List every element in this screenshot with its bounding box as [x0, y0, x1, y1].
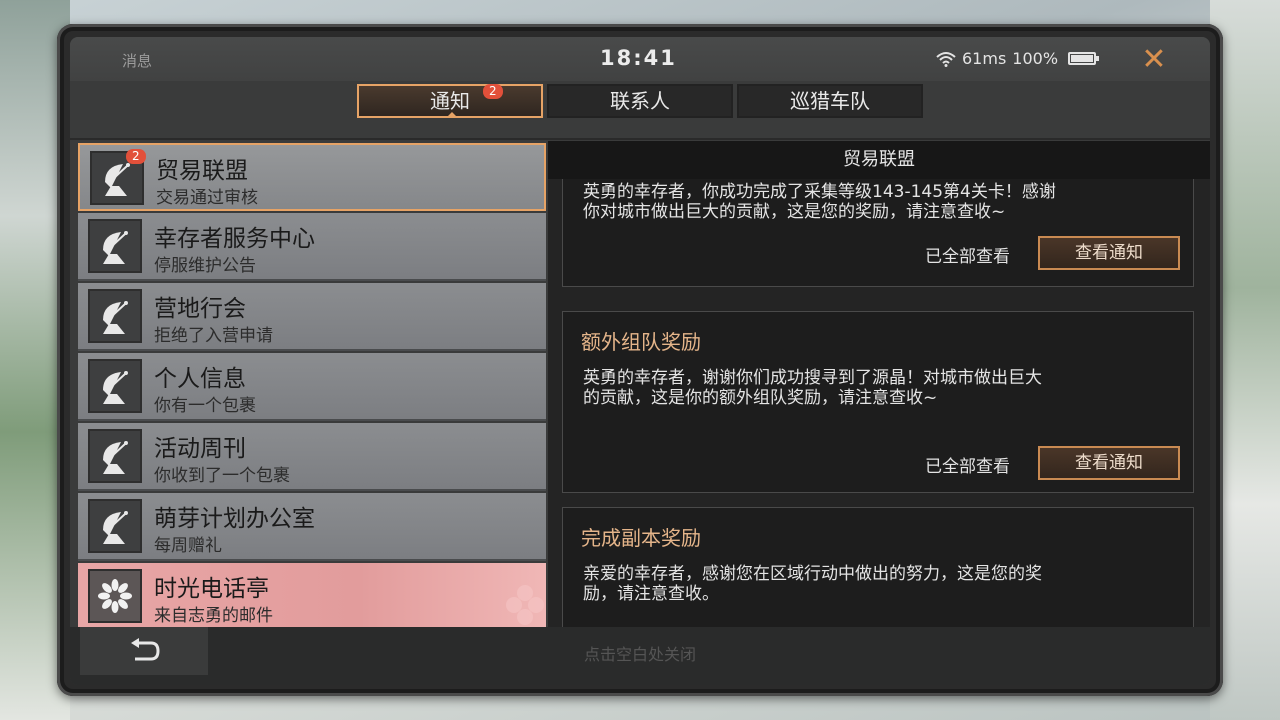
tab-contacts[interactable]: 联系人: [547, 84, 733, 118]
list-item-personal-info[interactable]: 个人信息 你有一个包裹: [78, 353, 546, 421]
list-item-subtitle: 拒绝了入营申请: [154, 326, 273, 346]
clock: 18:41: [600, 46, 677, 70]
avatar: [88, 429, 142, 483]
satellite-dish-icon: [97, 158, 137, 198]
tab-label: 巡猎车队: [790, 89, 870, 113]
list-item-sprout-office[interactable]: 萌芽计划办公室 每周赠礼: [78, 493, 546, 561]
bottom-bar: 点击空白处关闭: [70, 627, 1210, 685]
list-item-name: 营地行会: [154, 296, 246, 322]
avatar: [88, 219, 142, 273]
card-body-line: 励，请注意查收。: [583, 584, 719, 604]
read-all-label: 已全部查看: [925, 247, 1010, 267]
view-notification-button[interactable]: 查看通知: [1038, 236, 1180, 270]
tab-bar: 通知 2 联系人 巡猎车队: [357, 84, 923, 118]
list-item-subtitle: 每周赠礼: [154, 536, 222, 556]
battery-icon: [1068, 52, 1100, 65]
app-title: 消息: [122, 52, 153, 70]
card-body-line: 你对城市做出巨大的贡献，这是您的奖励，请注意查收~: [583, 202, 1006, 222]
list-item-name: 幸存者服务中心: [154, 226, 315, 252]
satellite-dish-icon: [95, 296, 135, 336]
card-body: 亲爱的幸存者，感谢您在区域行动中做出的努力，这是您的奖 励，请注意查收。: [583, 564, 1173, 604]
ping-value: 61ms: [962, 49, 1007, 68]
back-button[interactable]: [80, 627, 208, 675]
card-body-line: 英勇的幸存者，谢谢你们成功搜寻到了源晶！对城市做出巨大: [583, 368, 1042, 388]
list-item-camp-guild[interactable]: 营地行会 拒绝了入营申请: [78, 283, 546, 351]
card-title: 额外组队奖励: [581, 330, 701, 354]
flower-icon: [97, 578, 133, 614]
card-body-line: 英勇的幸存者，你成功完成了采集等级143-145第4关卡！感谢: [583, 182, 1056, 202]
satellite-dish-icon: [95, 436, 135, 476]
avatar: [88, 569, 142, 623]
tab-notifications[interactable]: 通知 2: [357, 84, 543, 118]
list-item-survivor-service-center[interactable]: 幸存者服务中心 停服维护公告: [78, 213, 546, 281]
battery-percent: 100%: [1012, 49, 1059, 68]
list-item-name: 个人信息: [154, 366, 246, 392]
list-item-trade-alliance[interactable]: 2 贸易联盟 交易通过审核: [78, 143, 546, 211]
card-body-line: 的贡献，这是你的额外组队奖励，请注意查收~: [583, 388, 938, 408]
close-icon: ✕: [1141, 42, 1167, 77]
list-item-subtitle: 你收到了一个包裹: [154, 466, 290, 486]
satellite-dish-icon: [95, 366, 135, 406]
wifi-icon: [936, 51, 956, 67]
avatar: [88, 359, 142, 413]
back-arrow-icon: [131, 638, 160, 661]
list-item-event-weekly[interactable]: 活动周刊 你收到了一个包裹: [78, 423, 546, 491]
card-body: 英勇的幸存者，谢谢你们成功搜寻到了源晶！对城市做出巨大 的贡献，这是你的额外组队…: [583, 368, 1173, 408]
list-item-name: 萌芽计划办公室: [154, 506, 315, 532]
phone-screen: 消息 18:41 61ms 100% ✕ 通知 2 联系人 巡猎车队 2 贸易联…: [70, 37, 1210, 685]
list-item-subtitle: 来自志勇的邮件: [154, 606, 273, 626]
status-bar: 消息 18:41 61ms 100% ✕: [70, 37, 1210, 81]
list-item-time-phone-booth[interactable]: 时光电话亭 来自志勇的邮件: [78, 563, 546, 627]
card-body-line: 亲爱的幸存者，感谢您在区域行动中做出的努力，这是您的奖: [583, 564, 1042, 584]
list-item-name: 活动周刊: [154, 436, 246, 462]
active-tab-indicator: [447, 112, 457, 117]
header-divider: [70, 138, 1210, 140]
list-item-name: 贸易联盟: [156, 158, 248, 184]
tab-hunting-team[interactable]: 巡猎车队: [737, 84, 923, 118]
sender-list[interactable]: 2 贸易联盟 交易通过审核 幸存者服务中心 停服维护公告 营地行会 拒绝了入营申…: [78, 143, 546, 627]
satellite-dish-icon: [95, 226, 135, 266]
list-item-subtitle: 你有一个包裹: [154, 396, 256, 416]
satellite-dish-icon: [95, 506, 135, 546]
tab-badge: 2: [483, 84, 503, 99]
notification-card: 英勇的幸存者，你成功完成了采集等级143-145第4关卡！感谢 你对城市做出巨大…: [562, 179, 1194, 287]
read-all-label: 已全部查看: [925, 457, 1010, 477]
panel-title: 贸易联盟: [548, 141, 1210, 179]
card-body: 英勇的幸存者，你成功完成了采集等级143-145第4关卡！感谢 你对城市做出巨大…: [583, 182, 1173, 222]
tab-label: 联系人: [610, 89, 670, 113]
notification-card: 完成副本奖励 亲爱的幸存者，感谢您在区域行动中做出的努力，这是您的奖 励，请注意…: [562, 507, 1194, 627]
notification-card: 额外组队奖励 英勇的幸存者，谢谢你们成功搜寻到了源晶！对城市做出巨大 的贡献，这…: [562, 311, 1194, 493]
tab-label: 通知: [430, 89, 470, 113]
avatar: [88, 499, 142, 553]
flower-decoration-icon: [506, 585, 544, 625]
view-notification-button[interactable]: 查看通知: [1038, 446, 1180, 480]
list-item-subtitle: 交易通过审核: [156, 188, 258, 208]
unread-badge: 2: [126, 149, 146, 164]
status-indicators: 61ms 100%: [936, 49, 1100, 68]
card-title: 完成副本奖励: [581, 526, 701, 550]
close-button[interactable]: ✕: [1138, 44, 1170, 76]
list-item-subtitle: 停服维护公告: [154, 256, 256, 276]
close-hint[interactable]: 点击空白处关闭: [70, 641, 1210, 665]
avatar: [88, 289, 142, 343]
notification-scroll-area[interactable]: 英勇的幸存者，你成功完成了采集等级143-145第4关卡！感谢 你对城市做出巨大…: [548, 179, 1210, 627]
list-item-name: 时光电话亭: [154, 576, 269, 602]
